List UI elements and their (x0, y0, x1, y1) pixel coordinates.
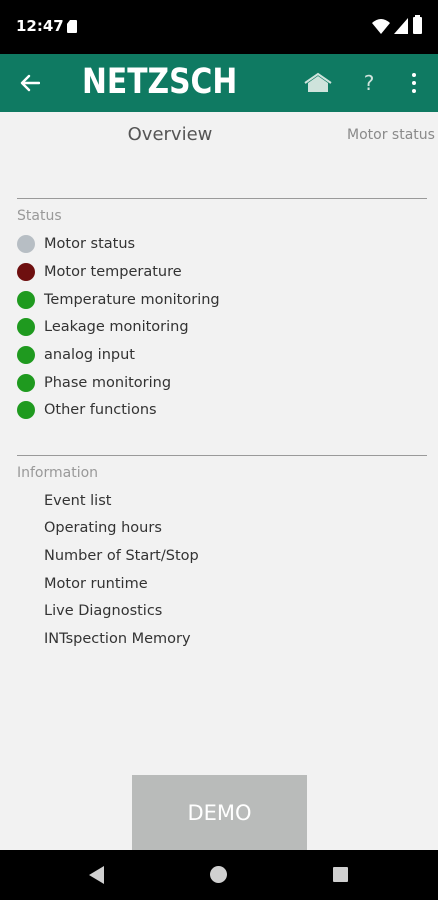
app-bar: NETZSCH ? (0, 54, 438, 112)
info-item-motor-runtime[interactable]: Motor runtime (17, 571, 148, 597)
info-item-number-of-start-stop[interactable]: Number of Start/Stop (17, 543, 199, 569)
info-item-live-diagnostics[interactable]: Live Diagnostics (17, 598, 162, 624)
status-indicator-icon (17, 318, 35, 336)
info-item-operating-hours[interactable]: Operating hours (17, 515, 162, 541)
status-item-leakage-monitoring[interactable]: Leakage monitoring (17, 314, 189, 340)
demo-button[interactable]: DEMO (132, 775, 307, 851)
status-item-temperature-monitoring[interactable]: Temperature monitoring (17, 287, 220, 313)
information-section-title: Information (17, 465, 99, 481)
battery-icon (413, 15, 422, 34)
status-item-motor-temperature[interactable]: Motor temperature (17, 259, 182, 285)
help-button[interactable]: ? (353, 66, 385, 100)
nav-recents-icon[interactable] (333, 867, 348, 882)
status-indicator-icon (17, 291, 35, 309)
info-item-event-list[interactable]: Event list (17, 488, 111, 514)
divider (17, 198, 427, 199)
arrow-left-icon (20, 74, 40, 92)
more-vert-icon (412, 73, 416, 77)
more-options-button[interactable] (400, 66, 428, 100)
tab-overview[interactable]: Overview (116, 124, 224, 145)
status-indicator-icon (17, 346, 35, 364)
back-button[interactable] (12, 67, 48, 99)
wifi-icon (372, 19, 390, 34)
status-time: 12:47 (16, 17, 64, 35)
home-button[interactable] (300, 66, 336, 100)
system-status-bar: 12:47 (0, 0, 438, 54)
status-indicator-icon (17, 235, 35, 253)
status-indicator-icon (17, 374, 35, 392)
status-indicator-icon (17, 263, 35, 281)
brand-logo: NETZSCH (82, 62, 238, 102)
status-indicator-icon (17, 401, 35, 419)
signal-icon (394, 18, 408, 34)
status-item-phase-monitoring[interactable]: Phase monitoring (17, 370, 171, 396)
sd-card-icon (67, 20, 77, 33)
status-item-motor-status[interactable]: Motor status (17, 231, 135, 257)
info-item-intspection-memory[interactable]: INTspection Memory (17, 626, 191, 652)
nav-home-icon[interactable] (210, 866, 227, 883)
tab-motor-status[interactable]: Motor status (347, 127, 435, 143)
home-icon (304, 72, 332, 92)
status-item-other-functions[interactable]: Other functions (17, 397, 157, 423)
divider (17, 455, 427, 456)
nav-back-icon[interactable] (87, 865, 105, 885)
status-item-analog-input[interactable]: analog input (17, 342, 135, 368)
status-section-title: Status (17, 208, 62, 224)
